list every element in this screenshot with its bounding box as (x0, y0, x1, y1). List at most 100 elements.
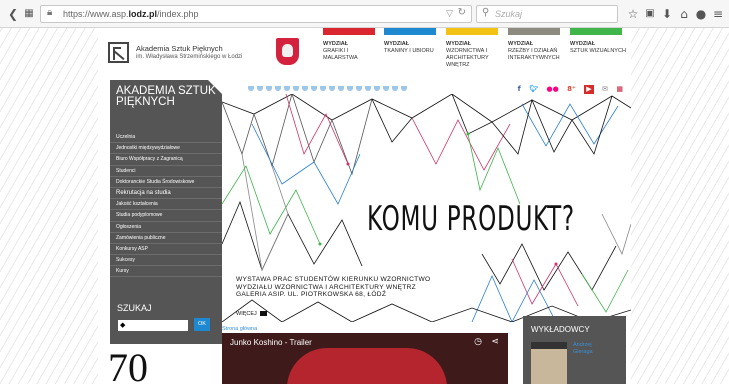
url-text: https://www.asp.lodz.pl/index.php (63, 9, 199, 19)
slider-dot[interactable] (383, 86, 389, 91)
chat-icon[interactable]: ● (694, 6, 708, 22)
page-info-icon[interactable]: ▦ (22, 6, 36, 22)
sidebar-item[interactable]: Konkursy ASP (110, 244, 222, 256)
slider-dot[interactable] (401, 86, 407, 91)
dropdown-arrow-icon[interactable]: ▽ (446, 8, 453, 19)
institution-name[interactable]: Akademia Sztuk Pięknych (136, 44, 223, 53)
share-icon[interactable]: ⋖ (491, 337, 499, 347)
faculty-label-line2: RZEŹBY I DZIAŁAŃ INTERAKTYWNYCH (508, 48, 560, 61)
faculty-label-line1: WYDZIAŁ (570, 41, 596, 47)
lecturer-name-line: Gieraga (573, 349, 593, 355)
faculty-link[interactable]: WYDZIAŁ WZORNICTWA I ARCHITEKTURY WNĘTRZ (446, 28, 502, 69)
sidebar-menu: Uczelnia Jednostki międzywydziałowe Biuro … (110, 132, 222, 278)
hero-banner[interactable]: KOMU PRODUKT? WYSTAWA PRAC STUDENTÓW KIE… (222, 94, 631, 322)
sidebar-item[interactable]: Studenci (110, 166, 222, 177)
home-icon[interactable]: ⌂ (677, 6, 691, 22)
decorative-number: 70 (108, 345, 148, 384)
lecturer-name[interactable]: Andrzej Gieraga (573, 342, 593, 356)
institution-subtitle: im. Władysława Strzemińskiego w Łodzi (136, 54, 243, 60)
lecturers-title: WYKŁADOWCY (531, 325, 590, 334)
slider-dot[interactable] (338, 86, 344, 91)
faculty-label-line1: WYDZIAŁ (446, 41, 472, 47)
lecturer-photo[interactable] (531, 342, 567, 384)
watch-later-icon[interactable]: ◷ (474, 337, 482, 347)
faculty-label-line2: GRAFIKI I MALARSTWA (323, 48, 358, 61)
slider-dot[interactable] (329, 86, 335, 91)
slider-dot[interactable] (266, 86, 272, 91)
slider-dot[interactable] (275, 86, 281, 91)
photo-caption-bar (531, 342, 567, 349)
english-flag-icon[interactable]: ▦ (616, 85, 623, 94)
lecturer-name-line: Andrzej (573, 342, 592, 348)
video-title[interactable]: Junko Koshino - Trailer (230, 338, 312, 347)
faculty-link[interactable]: WYDZIAŁ GRAFIKI I MALARSTWA (323, 28, 379, 62)
slider-dot[interactable] (365, 86, 371, 91)
faculty-link[interactable]: WYDZIAŁ RZEŹBY I DZIAŁAŃ INTERAKTYWNYCH (508, 28, 564, 62)
slider-dot[interactable] (392, 86, 398, 91)
more-link[interactable]: WIĘCEJ (236, 311, 267, 317)
slider-dot[interactable] (257, 86, 263, 91)
sidebar-item[interactable]: Jakość kształcenia (110, 199, 222, 211)
mail-icon[interactable]: ✉ (602, 85, 608, 94)
faculty-link[interactable]: WYDZIAŁ SZTUK WIZUALNYCH (570, 28, 626, 55)
slider-dot[interactable] (356, 86, 362, 91)
browser-search-bar[interactable]: ⚲ Szukaj (476, 5, 618, 23)
slider-dot[interactable] (320, 86, 326, 91)
sidebar-item[interactable]: Uczelnia (110, 132, 222, 144)
sidebar-item[interactable]: Zamówienia publiczne (110, 233, 222, 244)
back-icon[interactable]: ❮ (6, 6, 20, 22)
banner-desc-line: WYDZIAŁU WZORNICTWA I ARCHITEKTURY WNĘTR… (236, 283, 416, 291)
sidebar-item[interactable]: Sukcesy (110, 255, 222, 267)
download-icon[interactable]: ⬇ (660, 6, 674, 22)
faculty-label: WYDZIAŁ SZTUK WIZUALNYCH (570, 41, 626, 55)
slider-dot[interactable] (293, 86, 299, 91)
sidebar-item[interactable]: Ogłoszenia (110, 222, 222, 233)
clipboard-icon[interactable]: ▣ (643, 6, 657, 22)
address-bar[interactable]: 🔒︎ https://www.asp.lodz.pl/index.php ▽ ↻ (40, 5, 472, 23)
faculty-label-line2: TKANINY I UBIORU (384, 48, 434, 54)
banner-desc-line: GALERIA ASIP. UL. PIOTRKOWSKA 68, ŁÓDŹ (236, 291, 387, 298)
faculty-label: WYDZIAŁ TKANINY I UBIORU (384, 41, 440, 55)
sidebar-item[interactable]: Biuro Współpracy z Zagranicą (110, 154, 222, 166)
search-ok-button[interactable]: OK (194, 318, 210, 331)
sidebar-item[interactable]: Kursy (110, 266, 222, 278)
faculty-link[interactable]: WYDZIAŁ TKANINY I UBIORU (384, 28, 440, 55)
faculty-color-bar (323, 28, 375, 35)
more-link-label: WIĘCEJ (236, 311, 257, 317)
search-title: SZUKAJ (117, 303, 152, 313)
sidebar-item[interactable]: Studia podyplomowe (110, 210, 222, 222)
slider-dot[interactable] (311, 86, 317, 91)
arrow-icon: ◆ (120, 321, 126, 329)
sidebar-title[interactable]: AKADEMIA SZTUK PIĘKNYCH (116, 85, 216, 108)
flickr-icon[interactable]: ●● (547, 85, 559, 94)
faculty-label: WYDZIAŁ GRAFIKI I MALARSTWA (323, 41, 379, 62)
breadcrumb[interactable]: Strona główna (222, 326, 257, 332)
slider-dots (248, 86, 410, 92)
google-plus-icon[interactable]: 8⁺ (567, 85, 576, 94)
slider-dot[interactable] (284, 86, 290, 91)
academy-logo[interactable] (108, 42, 129, 63)
reload-icon[interactable]: ↻ (458, 7, 466, 18)
search-input[interactable] (118, 320, 188, 331)
search-icon: ⚲ (482, 7, 490, 18)
facebook-icon[interactable]: f (518, 85, 521, 94)
faculty-label-line2: SZTUK WIZUALNYCH (570, 48, 626, 54)
youtube-icon[interactable]: ▶ (584, 85, 594, 94)
slider-dot[interactable] (248, 86, 254, 91)
sidebar-item[interactable]: Jednostki międzywydziałowe (110, 143, 222, 155)
faculty-label-line2: WZORNICTWA I ARCHITEKTURY WNĘTRZ (446, 48, 489, 68)
page-content: Akademia Sztuk Pięknych im. Władysława S… (98, 28, 631, 384)
slider-dot[interactable] (374, 86, 380, 91)
sidebar-item[interactable]: Rekrutacja na studia (110, 188, 222, 200)
sidebar-item[interactable]: Doktoranckie Studia Środowiskowe (110, 177, 222, 188)
bookmark-star-icon[interactable]: ☆ (626, 6, 640, 22)
faculty-label: WYDZIAŁ WZORNICTWA I ARCHITEKTURY WNĘTRZ (446, 41, 502, 69)
twitter-icon[interactable]: 🐦︎ (529, 85, 538, 94)
video-player[interactable]: Junko Koshino - Trailer ◷ ⋖ (222, 333, 508, 384)
banner-headline: KOMU PRODUKT? (367, 199, 575, 239)
menu-icon[interactable]: ≡ (711, 6, 725, 22)
faculty-label-line1: WYDZIAŁ (323, 41, 349, 47)
search-placeholder: Szukaj (495, 9, 523, 19)
slider-dot[interactable] (302, 86, 308, 91)
slider-dot[interactable] (347, 86, 353, 91)
